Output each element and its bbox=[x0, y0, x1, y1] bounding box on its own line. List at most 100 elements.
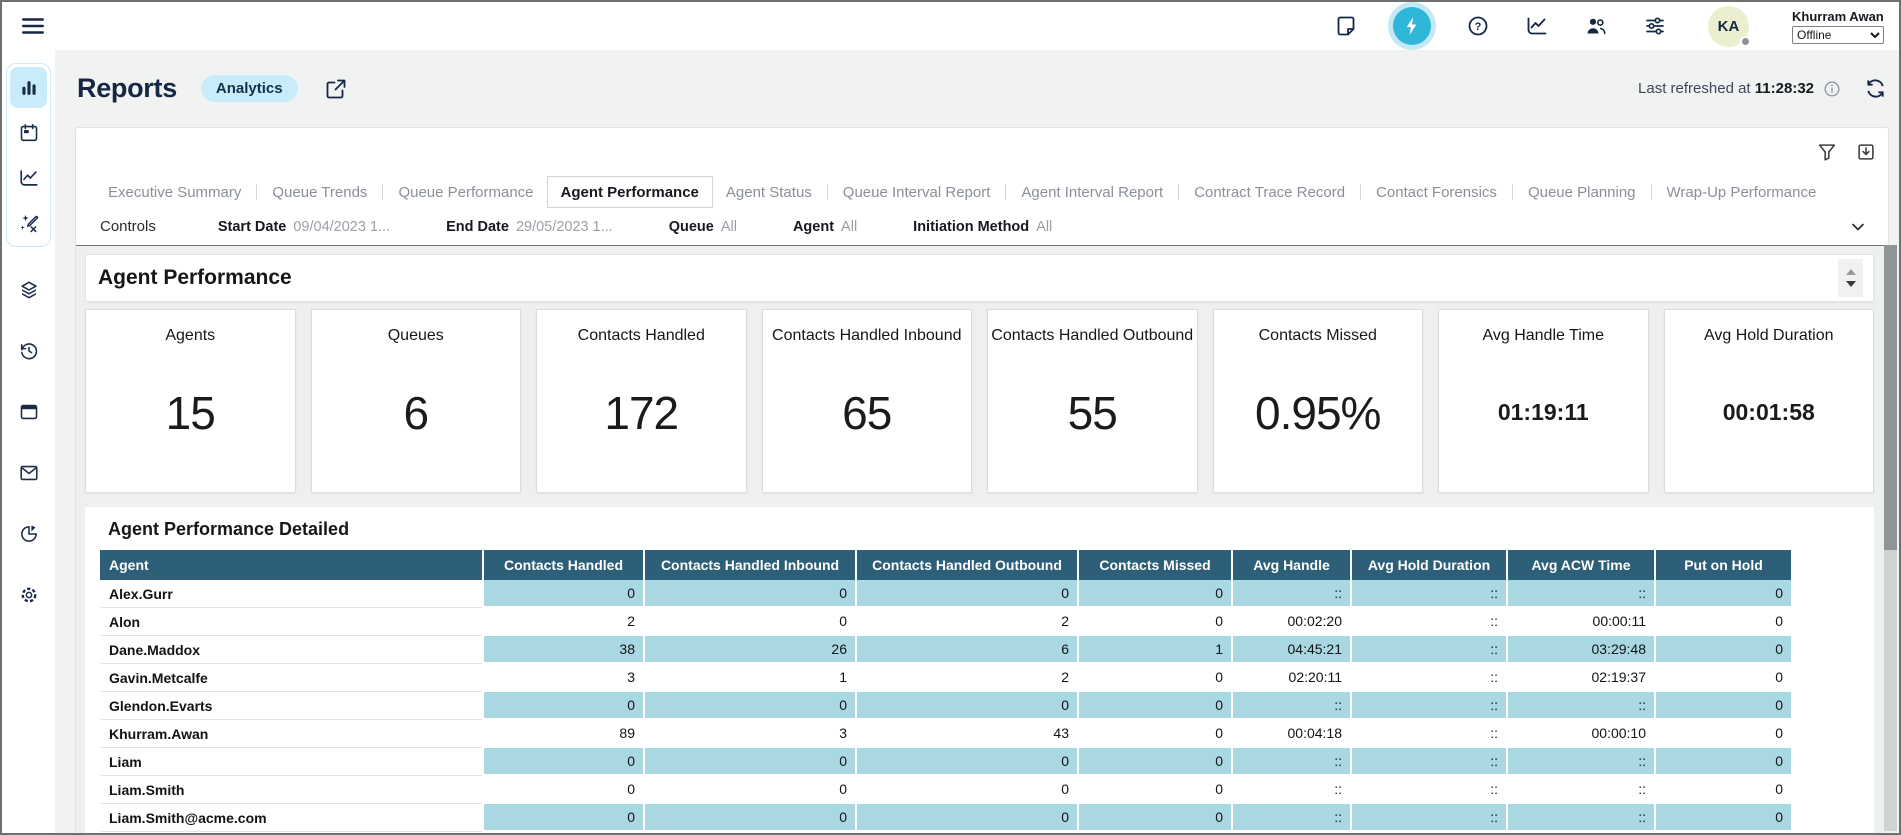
agent-name-cell: Liam.Smith@acme.com bbox=[100, 804, 482, 832]
value-cell: 0 bbox=[855, 748, 1077, 776]
tab-agent-status[interactable]: Agent Status bbox=[713, 176, 825, 208]
sidebar-item-window[interactable] bbox=[10, 391, 47, 432]
sidebar-item-gear[interactable] bbox=[10, 574, 47, 615]
value-cell: 0 bbox=[1077, 776, 1231, 804]
topbar-icon-group: ?KAKhurram AwanOffline bbox=[1334, 6, 1899, 47]
value-cell: 00:04:18 bbox=[1231, 720, 1350, 748]
value-cell: 0 bbox=[482, 804, 643, 832]
kpi-label: Contacts Handled Outbound bbox=[991, 327, 1193, 345]
value-cell: 00:00:11 bbox=[1506, 608, 1654, 636]
agent-performance-table: AgentContacts HandledContacts Handled In… bbox=[100, 550, 1791, 832]
column-header-avg-hold-duration[interactable]: Avg Hold Duration bbox=[1350, 550, 1506, 580]
tab-wrap-up-performance[interactable]: Wrap-Up Performance bbox=[1654, 176, 1830, 208]
menu-icon[interactable] bbox=[20, 13, 46, 39]
column-header-contacts-handled-inbound[interactable]: Contacts Handled Inbound bbox=[643, 550, 855, 580]
line-chart-icon[interactable] bbox=[1525, 14, 1549, 38]
value-cell: 2 bbox=[855, 664, 1077, 692]
agent-name-cell: Glendon.Evarts bbox=[100, 692, 482, 720]
report-card: Executive SummaryQueue TrendsQueue Perfo… bbox=[75, 127, 1889, 833]
kpi-value: 15 bbox=[166, 345, 215, 492]
table-title: Agent Performance Detailed bbox=[108, 519, 1874, 540]
value-cell: :: bbox=[1350, 776, 1506, 804]
status-dot bbox=[1740, 36, 1751, 47]
page-title: Reports bbox=[77, 73, 177, 104]
tab-contract-trace-record[interactable]: Contract Trace Record bbox=[1181, 176, 1358, 208]
card-toolbar bbox=[76, 128, 1888, 176]
kpi-label: Contacts Missed bbox=[1259, 327, 1377, 345]
column-header-put-on-hold[interactable]: Put on Hold bbox=[1654, 550, 1791, 580]
status-select[interactable]: Offline bbox=[1792, 26, 1884, 44]
value-cell: 0 bbox=[1654, 664, 1791, 692]
column-header-agent[interactable]: Agent bbox=[100, 550, 482, 580]
sliders-icon[interactable] bbox=[1643, 14, 1667, 38]
info-icon[interactable] bbox=[1822, 79, 1842, 99]
tab-queue-trends[interactable]: Queue Trends bbox=[259, 176, 380, 208]
value-cell: :: bbox=[1506, 804, 1654, 832]
sidebar-item-pie-chart[interactable] bbox=[10, 513, 47, 554]
value-cell: 0 bbox=[1654, 580, 1791, 608]
value-cell: 89 bbox=[482, 720, 643, 748]
column-header-avg-acw-time[interactable]: Avg ACW Time bbox=[1506, 550, 1654, 580]
value-cell: 0 bbox=[1654, 776, 1791, 804]
scrollbar-thumb[interactable] bbox=[1884, 245, 1897, 550]
sidebar-item-mail[interactable] bbox=[10, 452, 47, 493]
tab-queue-interval-report[interactable]: Queue Interval Report bbox=[830, 176, 1004, 208]
kpi-label: Avg Hold Duration bbox=[1704, 327, 1834, 345]
document-icon[interactable] bbox=[1334, 14, 1358, 38]
value-cell: 0 bbox=[482, 692, 643, 720]
external-link-icon[interactable] bbox=[324, 77, 348, 101]
value-cell: 0 bbox=[1077, 608, 1231, 636]
filter-end-date[interactable]: End Date29/05/2023 1... bbox=[446, 219, 613, 235]
table-row: Alon202000:02:20::00:00:110 bbox=[100, 608, 1791, 636]
tab-contact-forensics[interactable]: Contact Forensics bbox=[1363, 176, 1510, 208]
tab-queue-performance[interactable]: Queue Performance bbox=[385, 176, 546, 208]
refresh-icon[interactable] bbox=[1864, 77, 1887, 100]
value-cell: :: bbox=[1350, 720, 1506, 748]
column-header-avg-handle[interactable]: Avg Handle bbox=[1231, 550, 1350, 580]
value-cell: 00:02:20 bbox=[1231, 608, 1350, 636]
chevron-down-icon[interactable] bbox=[1848, 217, 1868, 237]
tab-executive-summary[interactable]: Executive Summary bbox=[95, 176, 254, 208]
value-cell: :: bbox=[1506, 580, 1654, 608]
sidebar-item-bar-chart[interactable] bbox=[10, 67, 47, 108]
scroll-stepper[interactable] bbox=[1838, 259, 1863, 297]
value-cell: 0 bbox=[482, 580, 643, 608]
controls-label: Controls bbox=[100, 218, 156, 235]
filter-queue[interactable]: QueueAll bbox=[669, 219, 737, 235]
bolt-icon[interactable] bbox=[1393, 7, 1431, 45]
sidebar-item-calendar[interactable] bbox=[10, 112, 47, 153]
filter-agent[interactable]: AgentAll bbox=[793, 219, 857, 235]
filter-start-date[interactable]: Start Date09/04/2023 1... bbox=[218, 219, 390, 235]
tab-queue-planning[interactable]: Queue Planning bbox=[1515, 176, 1649, 208]
sidebar-item-layers[interactable] bbox=[10, 269, 47, 310]
value-cell: 0 bbox=[855, 776, 1077, 804]
filter-icon[interactable] bbox=[1816, 141, 1838, 163]
vertical-scrollbar[interactable] bbox=[1884, 245, 1897, 831]
value-cell: :: bbox=[1350, 608, 1506, 636]
users-icon[interactable] bbox=[1584, 14, 1608, 38]
value-cell: 0 bbox=[855, 580, 1077, 608]
table-row: Liam.Smith0000::::::0 bbox=[100, 776, 1791, 804]
value-cell: :: bbox=[1350, 692, 1506, 720]
avatar[interactable]: KA bbox=[1708, 6, 1749, 47]
tab-separator bbox=[1005, 184, 1006, 200]
tab-agent-performance[interactable]: Agent Performance bbox=[547, 176, 713, 208]
sidebar-item-history[interactable] bbox=[10, 330, 47, 371]
filter-initiation-method[interactable]: Initiation MethodAll bbox=[913, 219, 1052, 235]
download-icon[interactable] bbox=[1855, 141, 1877, 163]
column-header-contacts-handled-outbound[interactable]: Contacts Handled Outbound bbox=[855, 550, 1077, 580]
tab-agent-interval-report[interactable]: Agent Interval Report bbox=[1008, 176, 1176, 208]
value-cell: 0 bbox=[1077, 664, 1231, 692]
value-cell: 2 bbox=[482, 608, 643, 636]
sidebar-item-brush[interactable] bbox=[10, 202, 47, 243]
stepper-down-icon[interactable] bbox=[1846, 281, 1856, 287]
help-icon[interactable]: ? bbox=[1466, 14, 1490, 38]
table-card: Agent Performance Detailed AgentContacts… bbox=[85, 507, 1874, 833]
column-header-contacts-handled[interactable]: Contacts Handled bbox=[482, 550, 643, 580]
value-cell: 0 bbox=[482, 776, 643, 804]
stepper-up-icon[interactable] bbox=[1846, 269, 1856, 275]
column-header-contacts-missed[interactable]: Contacts Missed bbox=[1077, 550, 1231, 580]
sidebar-item-line-chart[interactable] bbox=[10, 157, 47, 198]
agent-name-cell: Liam bbox=[100, 748, 482, 776]
value-cell: 0 bbox=[855, 804, 1077, 832]
